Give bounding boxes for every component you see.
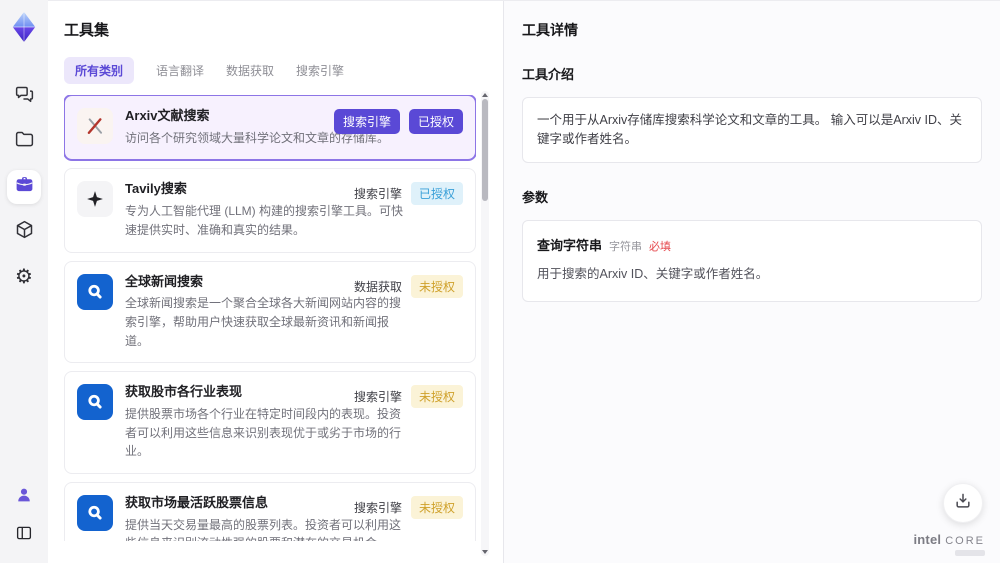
intel-core-badge: intel CORE — [913, 533, 985, 556]
category-badge: 搜索引擎 — [353, 390, 402, 405]
parameter-head: 查询字符串 字符串 必填 — [537, 236, 967, 256]
category-tabs: 所有类别 语言翻译 数据获取 搜索引擎 — [64, 57, 503, 84]
search-blue-icon — [77, 273, 113, 310]
sidebar-item-files[interactable] — [7, 125, 41, 159]
tool-badges: 搜索引擎 已授权 — [353, 182, 463, 206]
page-title: 工具集 — [64, 22, 110, 39]
intel-badge-sub — [955, 550, 985, 556]
intro-box: 一个用于从Arxiv存储库搜索科学论文和文章的工具。 输入可以是Arxiv ID… — [522, 97, 982, 163]
tool-badges: 数据获取 未授权 — [353, 274, 463, 298]
tool-badges: 搜索引擎 未授权 — [353, 495, 463, 519]
tool-detail-panel: 工具详情 工具介绍 一个用于从Arxiv存储库搜索科学论文和文章的工具。 输入可… — [503, 1, 1000, 563]
cube-icon — [14, 219, 35, 245]
category-badge: 数据获取 — [353, 279, 402, 294]
scrollbar-thumb[interactable] — [482, 99, 488, 201]
auth-status-badge: 已授权 — [410, 182, 463, 206]
auth-status-badge: 未授权 — [410, 274, 463, 298]
sidebar-item-tools[interactable] — [7, 170, 41, 204]
tab-2[interactable]: 数据获取 — [226, 62, 274, 79]
category-badge: 搜索引擎 — [353, 187, 402, 202]
tool-card-0[interactable]: Arxiv文献搜索 访问各个研究领域大量科学论文和文章的存储库。 搜索引擎 已授权 — [64, 95, 476, 161]
tab-1[interactable]: 语言翻译 — [156, 62, 204, 79]
chat-icon — [14, 84, 35, 110]
tool-description: 全球新闻搜索是一个聚合全球各大新闻网站内容的搜索引擎，帮助用户快速获取全球最新资… — [125, 296, 402, 348]
toolset-panel: 工具集 所有类别 语言翻译 数据获取 搜索引擎 Arxiv文献搜索 访问各个研究领域大量… — [48, 1, 503, 563]
parameter-type: 字符串 — [609, 240, 643, 253]
tab-3[interactable]: 搜索引擎 — [296, 62, 344, 79]
scrollbar-down-arrow-icon[interactable] — [482, 550, 488, 554]
panel-toggle-icon — [15, 524, 33, 547]
tool-list: Arxiv文献搜索 访问各个研究领域大量科学论文和文章的存储库。 搜索引擎 已授权 Ta… — [64, 95, 476, 541]
user-icon — [15, 486, 33, 509]
detail-title: 工具详情 — [522, 22, 578, 38]
arxiv-icon — [77, 108, 113, 144]
sidebar-item-user[interactable] — [7, 483, 41, 511]
sidebar-item-settings[interactable]: ⚙ — [7, 260, 41, 294]
tool-description: 提供当天交易量最高的股票列表。投资者可以利用这些信息来识别流动性强的股票和潜在的… — [125, 517, 402, 541]
params-heading: 参数 — [522, 189, 549, 205]
tool-badges: 搜索引擎 未授权 — [353, 385, 463, 409]
main-area: 工具集 所有类别 语言翻译 数据获取 搜索引擎 Arxiv文献搜索 访问各个研究领域大量… — [48, 0, 1000, 563]
tool-description: 提供股票市场各个行业在特定时间段内的表现。投资者可以利用这些信息来识别表现优于或… — [125, 407, 402, 459]
core-wordmark: CORE — [945, 535, 985, 547]
intel-wordmark: intel — [913, 532, 942, 547]
tool-badges: 搜索引擎 已授权 — [333, 109, 463, 134]
download-icon — [953, 491, 973, 516]
sidebar-item-panel-toggle[interactable] — [7, 521, 41, 549]
auth-status-badge: 未授权 — [410, 495, 463, 519]
sidebar-item-chat[interactable] — [7, 80, 41, 114]
sidebar-bottom — [7, 483, 41, 563]
parameter-description: 用于搜索的Arxiv ID、关键字或作者姓名。 — [537, 267, 769, 281]
intro-heading: 工具介绍 — [522, 67, 575, 82]
search-blue-icon — [77, 494, 113, 531]
app-logo[interactable] — [8, 10, 40, 44]
download-button[interactable] — [943, 483, 983, 523]
sidebar-item-models[interactable] — [7, 215, 41, 249]
folder-icon — [14, 129, 35, 155]
parameter-row-0: 查询字符串 字符串 必填用于搜索的Arxiv ID、关键字或作者姓名。 — [537, 234, 967, 288]
tool-card-1[interactable]: Tavily搜索 专为人工智能代理 (LLM) 构建的搜索引擎工具。可快速提供实时… — [64, 168, 476, 253]
auth-status-badge: 未授权 — [410, 385, 463, 409]
parameter-name: 查询字符串 — [537, 237, 603, 253]
search-blue-icon — [77, 384, 113, 421]
scrollbar-up-arrow-icon[interactable] — [482, 93, 488, 97]
category-badge: 搜索引擎 — [353, 500, 402, 515]
tool-card-3[interactable]: 获取股市各行业表现 提供股票市场各个行业在特定时间段内的表现。投资者可以利用这些信… — [64, 371, 476, 474]
gear-icon: ⚙ — [15, 264, 33, 288]
tool-description: 专为人工智能代理 (LLM) 构建的搜索引擎工具。可快速提供实时、准确和真实的结… — [125, 204, 404, 237]
tavily-icon — [77, 181, 113, 218]
left-rail: ⚙ — [0, 0, 48, 563]
category-badge: 搜索引擎 — [333, 109, 400, 134]
tool-card-4[interactable]: 获取市场最活跃股票信息提供当天交易量最高的股票列表。投资者可以利用这些信息来识别… — [64, 481, 476, 541]
briefcase-icon — [14, 174, 35, 200]
auth-status-badge: 已授权 — [408, 109, 463, 134]
sidebar-nav: ⚙ — [7, 80, 41, 294]
app-window: ⚙ 工具集 所有类别 语言翻译 数据获取 搜索引擎 Arxiv文献搜索 访问各个研究领域… — [0, 0, 1000, 563]
tab-0[interactable]: 所有类别 — [64, 57, 135, 84]
tool-card-2[interactable]: 全球新闻搜索 全球新闻搜索是一个聚合全球各大新闻网站内容的搜索引擎，帮助用户快速获… — [64, 260, 476, 364]
tool-list-scrollbar[interactable] — [481, 91, 489, 556]
parameter-required-flag: 必填 — [649, 240, 672, 253]
params-box: 查询字符串 字符串 必填用于搜索的Arxiv ID、关键字或作者姓名。 — [522, 219, 982, 302]
